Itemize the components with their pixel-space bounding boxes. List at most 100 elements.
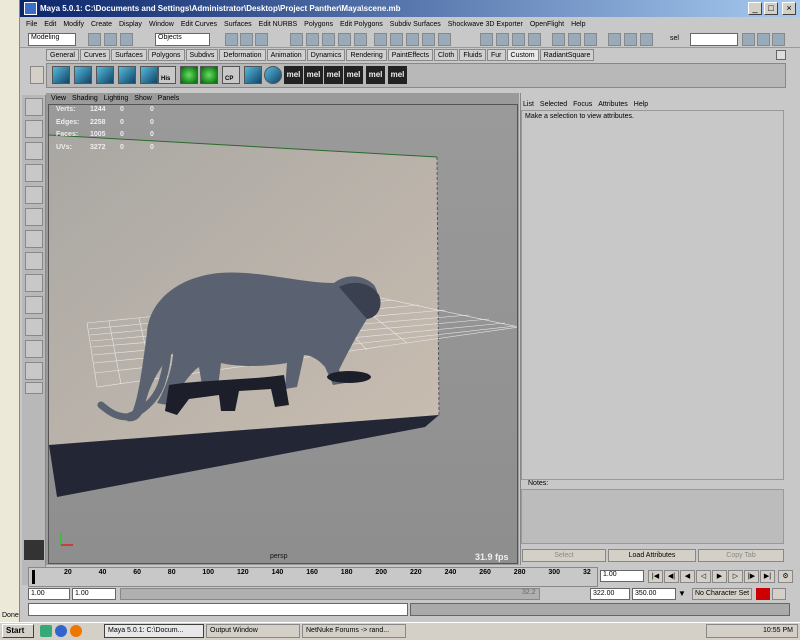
maximize-button[interactable]: □ — [764, 2, 778, 15]
snap-surface-icon[interactable] — [354, 33, 367, 46]
lasso-tool-icon[interactable] — [25, 120, 43, 138]
notes-field[interactable] — [521, 489, 784, 544]
start-button[interactable]: Start — [2, 624, 34, 638]
shelf-tab[interactable]: Cloth — [433, 49, 459, 61]
animation-preferences-button[interactable]: ⚙ — [778, 570, 793, 583]
render-globals-icon[interactable] — [438, 33, 451, 46]
range-bar[interactable] — [120, 588, 540, 600]
mode-select[interactable]: Modeling — [28, 33, 76, 46]
attribute-editor-menu-item[interactable]: Attributes — [598, 99, 628, 110]
shelf-tab[interactable]: Custom — [506, 49, 539, 61]
menu-item[interactable]: Modify — [63, 21, 84, 28]
shelf-tab[interactable]: Polygons — [147, 49, 185, 61]
magnet-red-icon[interactable] — [528, 33, 541, 46]
menu-item[interactable]: Surfaces — [224, 21, 252, 28]
time-slider-playhead[interactable] — [32, 570, 35, 584]
animation-end-field[interactable]: 350.00 — [632, 588, 676, 600]
help-icon[interactable] — [390, 33, 403, 46]
go-to-start-button[interactable]: |◀ — [648, 570, 663, 583]
wand-icon[interactable] — [496, 33, 509, 46]
current-time-field[interactable]: 1.00 — [600, 570, 644, 582]
toggle-panel-3-icon[interactable] — [772, 33, 785, 46]
task-maya[interactable]: Maya 5.0.1: C:\Docum... — [104, 624, 204, 638]
shelf-mel-button[interactable]: mel — [284, 66, 303, 84]
play-backward-button[interactable]: ◁ — [696, 570, 711, 583]
quicklaunch-desktop-icon[interactable] — [40, 625, 52, 637]
shelf-trash-icon[interactable] — [776, 50, 786, 60]
shelf-sphere-icon[interactable] — [180, 66, 198, 84]
show-attributes-icon[interactable] — [624, 33, 637, 46]
select-by-object-icon[interactable] — [240, 33, 253, 46]
playback-start-field[interactable]: 1.00 — [72, 588, 116, 600]
manipulator-tool-icon[interactable] — [25, 208, 43, 226]
toggle-panel-icon[interactable] — [742, 33, 755, 46]
shelf-tab[interactable]: Fluids — [459, 49, 487, 61]
shelf-tab[interactable]: Fur — [487, 49, 506, 61]
load-attributes-button[interactable]: Load Attributes — [608, 549, 696, 562]
menu-item[interactable]: Subdiv Surfaces — [390, 21, 441, 28]
save-scene-icon[interactable] — [120, 33, 133, 46]
menu-item[interactable]: Edit Curves — [181, 21, 217, 28]
preferences-icon[interactable] — [772, 588, 786, 600]
character-menu-icon[interactable]: ▼ — [678, 588, 690, 600]
shelf-tab[interactable]: Subdivs — [185, 49, 219, 61]
history-icon[interactable] — [374, 33, 387, 46]
shelf-mel-button[interactable]: mel — [344, 66, 363, 84]
side-by-side-layout-icon[interactable] — [25, 296, 43, 314]
shelf-cube-icon[interactable] — [118, 66, 136, 84]
scale-tool-icon[interactable] — [25, 186, 43, 204]
toggle-panel-2-icon[interactable] — [757, 33, 770, 46]
shelf-globe-icon[interactable] — [264, 66, 282, 84]
command-line-input[interactable] — [28, 603, 408, 616]
select-button[interactable]: Select — [522, 549, 606, 562]
hypershade-layout-icon[interactable] — [25, 362, 43, 380]
shelf-tab[interactable]: RadiantSquare — [539, 49, 595, 61]
shelf-menu-icon[interactable] — [30, 66, 44, 84]
viewport-menu-item[interactable]: Shading — [72, 93, 98, 104]
attribute-editor-menu-item[interactable]: Selected — [540, 99, 567, 110]
shelf-history-button[interactable]: His — [158, 66, 176, 84]
attribute-editor-menu-item[interactable]: Focus — [573, 99, 592, 110]
quicklaunch-ie-icon[interactable] — [55, 625, 67, 637]
scene-sync-icon[interactable] — [584, 33, 597, 46]
render-icon[interactable] — [406, 33, 419, 46]
snap-point-icon[interactable] — [322, 33, 335, 46]
attribute-editor-menu-item[interactable]: List — [523, 99, 534, 110]
attribute-editor-menu-item[interactable]: Help — [634, 99, 648, 110]
graph-layout-icon[interactable] — [25, 340, 43, 358]
animation-start-field[interactable]: 1.00 — [28, 588, 70, 600]
step-back-key-button[interactable]: ◀| — [664, 570, 679, 583]
layout-more-icon[interactable] — [25, 382, 43, 394]
shelf-polygon-tool-icon[interactable] — [74, 66, 92, 84]
persp-outliner-layout-icon[interactable] — [25, 318, 43, 336]
shelf-sphere-2-icon[interactable] — [200, 66, 218, 84]
copy-tab-button[interactable]: Copy Tab — [698, 549, 784, 562]
lock-icon[interactable] — [480, 33, 493, 46]
snap-view-icon[interactable] — [338, 33, 351, 46]
shelf-tab[interactable]: Rendering — [346, 49, 387, 61]
input-ops-icon[interactable] — [552, 33, 565, 46]
viewport-menu-item[interactable]: View — [51, 93, 66, 104]
four-pane-layout-icon[interactable] — [25, 274, 43, 292]
rotate-tool-icon[interactable] — [25, 164, 43, 182]
quick-select-input[interactable] — [690, 33, 738, 46]
play-forward-button[interactable]: ▶ — [712, 570, 727, 583]
task-output-window[interactable]: Output Window — [206, 624, 300, 638]
menu-item[interactable]: Display — [119, 21, 142, 28]
shelf-tab[interactable]: Animation — [266, 49, 306, 61]
menu-item[interactable]: Edit — [44, 21, 56, 28]
viewport-menu-item[interactable]: Show — [134, 93, 152, 104]
menu-item[interactable]: File — [26, 21, 37, 28]
move-tool-icon[interactable] — [25, 142, 43, 160]
show-channels-icon[interactable] — [608, 33, 621, 46]
show-toolsettings-icon[interactable] — [640, 33, 653, 46]
menu-item[interactable]: Window — [149, 21, 174, 28]
shelf-extrude-icon[interactable] — [96, 66, 114, 84]
shelf-script-icon[interactable] — [244, 66, 262, 84]
go-to-end-button[interactable]: ▶| — [760, 570, 775, 583]
magnet-icon[interactable] — [512, 33, 525, 46]
step-forward-frame-button[interactable]: ▷ — [728, 570, 743, 583]
last-tool-icon[interactable] — [25, 230, 43, 248]
character-set-select[interactable]: No Character Set — [692, 588, 752, 600]
menu-item[interactable]: Edit Polygons — [340, 21, 383, 28]
